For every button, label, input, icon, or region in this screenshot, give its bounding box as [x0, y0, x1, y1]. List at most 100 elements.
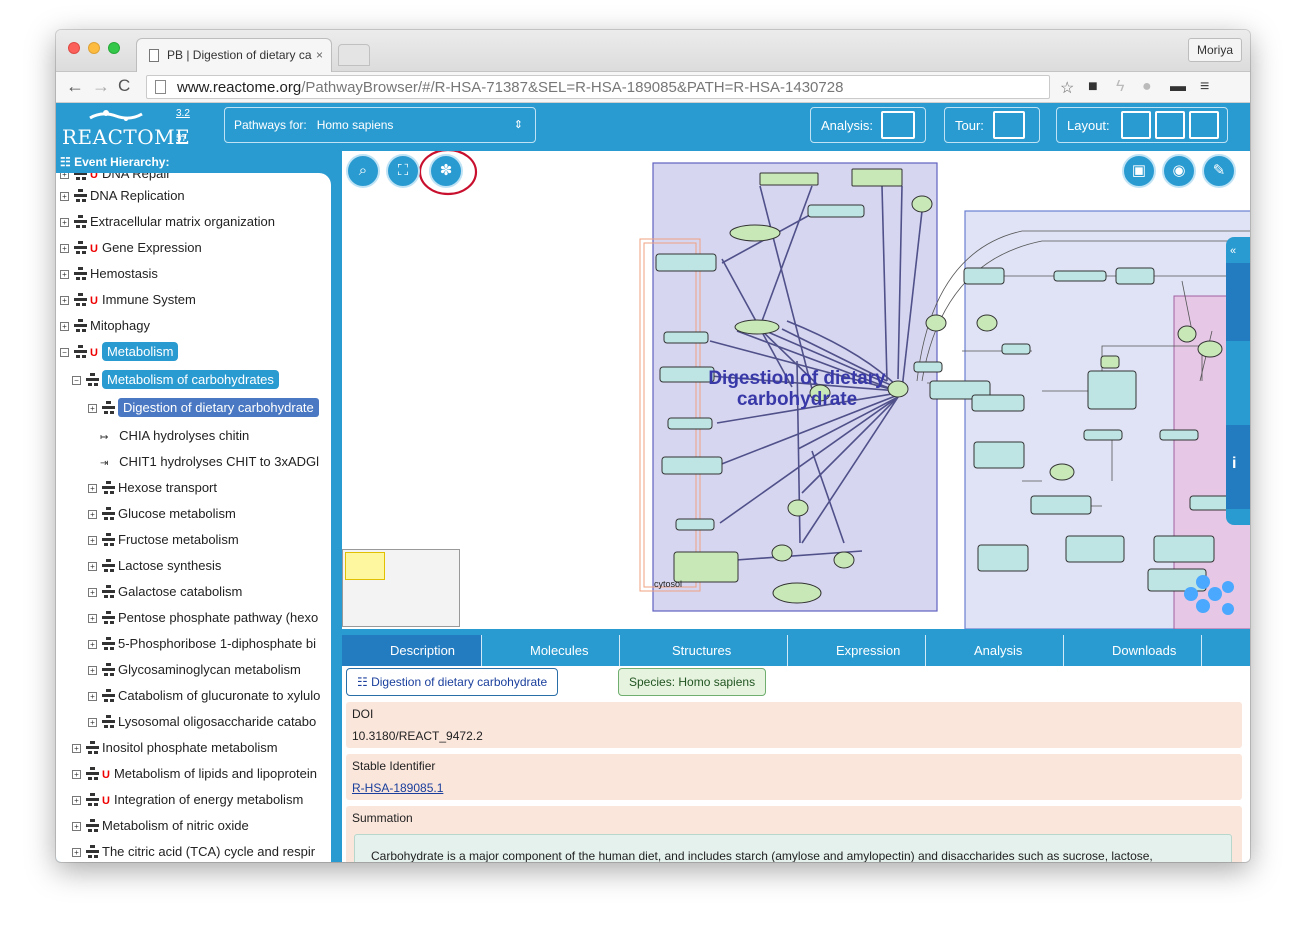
close-window-button[interactable]: [68, 42, 80, 54]
settings-compass-icon[interactable]: ✎: [1202, 154, 1236, 188]
extension-icon[interactable]: ■: [1088, 78, 1098, 96]
tree-item[interactable]: ⇥ CHIT1 hydrolyses CHIT to 3xADGl: [86, 451, 319, 473]
pathway-diagram[interactable]: Digestion of dietary carbohydrate cytoso…: [342, 151, 1250, 629]
tree-item[interactable]: + Extracellular matrix organization: [60, 211, 275, 233]
tree-item[interactable]: + Mitophagy: [60, 315, 150, 337]
zoom-in-icon[interactable]: [1222, 581, 1234, 593]
layout-bottom-icon[interactable]: [1155, 111, 1185, 139]
tab-description[interactable]: Description: [342, 635, 482, 666]
tree-item[interactable]: + Galactose catabolism: [88, 581, 242, 603]
reload-icon[interactable]: C: [118, 76, 130, 96]
close-tab-icon[interactable]: ×: [316, 48, 323, 62]
illustration-tree-icon[interactable]: ✽: [429, 154, 463, 188]
tree-item[interactable]: + Glucose metabolism: [88, 503, 236, 525]
tree-item[interactable]: + Catabolism of glucuronate to xylulo: [88, 685, 320, 707]
tree-item[interactable]: − U Metabolism: [60, 341, 179, 363]
expand-node-icon[interactable]: +: [72, 770, 81, 779]
tour-button[interactable]: Tour:: [944, 107, 1040, 143]
minimize-window-button[interactable]: [88, 42, 100, 54]
tree-item[interactable]: + Inositol phosphate metabolism: [72, 737, 278, 759]
expand-node-icon[interactable]: +: [88, 666, 97, 675]
pan-down-icon[interactable]: [1196, 599, 1210, 613]
tree-item[interactable]: + Fructose metabolism: [88, 529, 239, 551]
tree-item[interactable]: + The citric acid (TCA) cycle and respir: [72, 841, 315, 862]
tree-item[interactable]: + DNA Replication: [60, 185, 185, 207]
zoom-nav-control[interactable]: [1180, 575, 1234, 619]
expand-node-icon[interactable]: +: [88, 510, 97, 519]
expand-node-icon[interactable]: +: [72, 796, 81, 805]
tree-item[interactable]: + U Gene Expression: [60, 237, 202, 259]
tab-expression[interactable]: Expression: [788, 635, 926, 666]
search-icon[interactable]: ⌕: [346, 154, 380, 188]
tree-item[interactable]: + Metabolism of nitric oxide: [72, 815, 249, 837]
tree-item[interactable]: + Lysosomal oligosaccharide catabo: [88, 711, 316, 733]
fit-view-icon[interactable]: ⛶: [386, 154, 420, 188]
species-selector[interactable]: Pathways for: Homo sapiens ⇕: [224, 107, 536, 143]
event-tree[interactable]: + U DNA Repair + DNA Replication + Extracellul…: [56, 173, 331, 862]
bookmark-star-icon[interactable]: ☆: [1060, 78, 1074, 98]
expand-node-icon[interactable]: +: [60, 296, 69, 305]
stable-id-link[interactable]: R-HSA-189085.1: [352, 781, 443, 795]
tree-item[interactable]: + Lactose synthesis: [88, 555, 221, 577]
tab-molecules[interactable]: Molecules: [482, 635, 620, 666]
reactome-logo[interactable]: REACTOME: [62, 107, 190, 149]
expand-node-icon[interactable]: +: [88, 640, 97, 649]
tree-item[interactable]: + U Metabolism of lipids and lipoprotein: [72, 763, 317, 785]
analysis-button[interactable]: Analysis:: [810, 107, 926, 143]
expand-node-icon[interactable]: +: [60, 218, 69, 227]
tree-item[interactable]: + Digestion of dietary carbohydrate: [88, 397, 319, 419]
tree-item[interactable]: + Pentose phosphate pathway (hexo: [88, 607, 318, 629]
expand-node-icon[interactable]: +: [60, 173, 69, 179]
glasses-extension-icon[interactable]: ▬: [1170, 78, 1186, 96]
expand-node-icon[interactable]: +: [88, 404, 97, 413]
tree-item[interactable]: ↦ CHIA hydrolyses chitin: [86, 425, 249, 447]
zoom-window-button[interactable]: [108, 42, 120, 54]
pan-up-icon[interactable]: [1196, 575, 1210, 589]
tab-downloads[interactable]: Downloads: [1064, 635, 1202, 666]
expand-node-icon[interactable]: +: [60, 270, 69, 279]
info-icon[interactable]: i: [1232, 455, 1236, 473]
side-flyout-bar[interactable]: « i: [1226, 237, 1250, 525]
menu-icon[interactable]: ≡: [1200, 78, 1209, 96]
forward-icon[interactable]: →: [92, 76, 110, 97]
collapse-node-icon[interactable]: −: [72, 376, 81, 385]
pathway-chip[interactable]: ☷ Digestion of dietary carbohydrate: [346, 668, 559, 696]
tree-item[interactable]: + U DNA Repair: [60, 173, 171, 185]
expand-node-icon[interactable]: +: [88, 614, 97, 623]
layout-right-icon[interactable]: [1189, 111, 1219, 139]
expand-node-icon[interactable]: +: [72, 822, 81, 831]
new-tab-button[interactable]: [338, 44, 370, 66]
collapse-node-icon[interactable]: −: [60, 348, 69, 357]
pan-left-icon[interactable]: [1184, 587, 1198, 601]
profile-button[interactable]: Moriya: [1187, 38, 1242, 62]
expand-node-icon[interactable]: +: [60, 244, 69, 253]
zoom-out-icon[interactable]: [1222, 603, 1234, 615]
layout-button[interactable]: Layout:: [1056, 107, 1228, 143]
collapse-icon[interactable]: «: [1230, 245, 1236, 257]
expand-node-icon[interactable]: +: [60, 192, 69, 201]
back-icon[interactable]: ←: [66, 76, 84, 97]
tab-analysis[interactable]: Analysis: [926, 635, 1064, 666]
tree-item[interactable]: + Hexose transport: [88, 477, 217, 499]
expand-node-icon[interactable]: +: [88, 588, 97, 597]
expand-node-icon[interactable]: +: [72, 744, 81, 753]
expand-node-icon[interactable]: +: [72, 848, 81, 857]
flyout-tab-1[interactable]: [1226, 263, 1250, 341]
expand-node-icon[interactable]: +: [88, 484, 97, 493]
tree-item[interactable]: + U Immune System: [60, 289, 196, 311]
tab-structures[interactable]: Structures: [620, 635, 788, 666]
cloud-extension-icon[interactable]: ●: [1142, 78, 1152, 96]
layout-left-icon[interactable]: [1121, 111, 1151, 139]
expand-node-icon[interactable]: +: [88, 692, 97, 701]
browser-tab[interactable]: PB | Digestion of dietary ca ×: [136, 38, 332, 72]
flyout-tab-2[interactable]: [1226, 425, 1250, 509]
illustration-icon[interactable]: ▣: [1122, 154, 1156, 188]
expand-node-icon[interactable]: +: [88, 718, 97, 727]
tree-item[interactable]: + Glycosaminoglycan metabolism: [88, 659, 301, 681]
pan-right-icon[interactable]: [1208, 587, 1222, 601]
expand-node-icon[interactable]: +: [60, 322, 69, 331]
version-link-a[interactable]: 3.2: [176, 108, 190, 119]
expand-node-icon[interactable]: +: [88, 562, 97, 571]
camera-icon[interactable]: ◉: [1162, 154, 1196, 188]
address-bar[interactable]: www.reactome.org/PathwayBrowser/#/R-HSA-…: [146, 75, 1050, 99]
